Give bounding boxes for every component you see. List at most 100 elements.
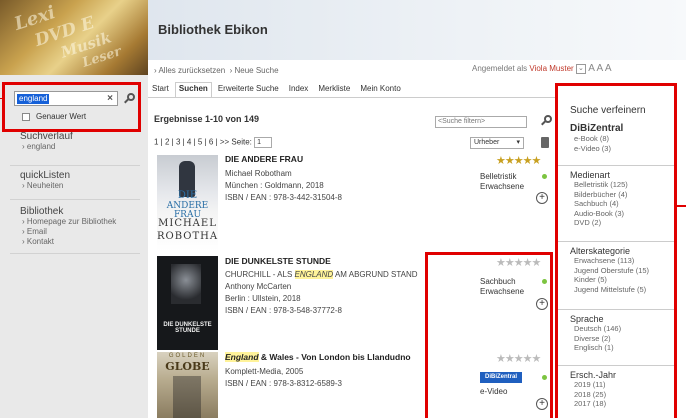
facet-item[interactable]: DVD (2) [570, 218, 628, 228]
dibizentral-badge: DiBiZentral [480, 372, 522, 383]
facet-item[interactable]: Sachbuch (4) [570, 199, 628, 209]
sort-select-value[interactable]: Urheber [474, 139, 499, 146]
facet-item[interactable]: Jugend Mittelstufe (5) [570, 285, 649, 295]
page-number-input[interactable]: 1 [254, 137, 273, 148]
quicklists-section: quickListen › Neuheiten [20, 170, 70, 191]
reset-all-link[interactable]: Alles zurücksetzen [158, 66, 225, 75]
facet-item[interactable]: e-Book (8) [570, 134, 623, 144]
divider [558, 165, 674, 166]
item-publisher: München : Goldmann, 2018 [225, 181, 324, 190]
facet-title: Medienart [570, 170, 611, 180]
book-cover[interactable]: DIE DUNKELSTE STUNDE [157, 256, 218, 350]
filter-search-icon[interactable] [541, 115, 553, 127]
facet-title: Sprache [570, 314, 604, 324]
filter-search-input[interactable]: <Suche filtern> [435, 116, 527, 128]
search-input-value[interactable]: england [17, 94, 50, 104]
refine-panel: Suche verfeinern DiBiZentral e-Book (8) … [558, 85, 686, 418]
quicklist-item-neuheiten[interactable]: › Neuheiten [20, 181, 70, 191]
rating-stars: ★★★★★ [496, 155, 541, 167]
cover-title-1: DIE [177, 190, 198, 201]
facet-item[interactable]: 2019 (11) [570, 380, 616, 390]
facet-item[interactable]: 2018 (25) [570, 390, 616, 400]
facet-title: Ersch.-Jahr [570, 370, 617, 380]
exact-match-checkbox[interactable]: Genauer Wert [22, 112, 86, 121]
search-input[interactable]: england × [14, 91, 118, 106]
tab-index[interactable]: Index [285, 82, 313, 97]
item-title[interactable]: DIE DUNKELSTE STUNDE [225, 256, 331, 266]
tab-merkliste[interactable]: Merkliste [314, 82, 354, 97]
facet-item[interactable]: Audio-Book (3) [570, 209, 628, 219]
library-link-contact[interactable]: › Kontakt [20, 237, 116, 247]
book-cover[interactable]: GOLDEN GLOBE [157, 352, 218, 418]
divider [10, 165, 140, 166]
cover-title-2: GLOBE [165, 360, 210, 373]
divider [558, 309, 674, 310]
tab-suchen[interactable]: Suchen [174, 82, 212, 97]
user-menu-chevron-icon[interactable]: ⌄ [575, 63, 586, 74]
item-isbn: ISBN / EAN : 978-3-442-31504-8 [225, 193, 342, 202]
trash-icon[interactable] [541, 137, 549, 148]
facet-item[interactable]: e-Video (3) [570, 144, 623, 154]
facet-item[interactable]: Diverse (2) [570, 334, 621, 344]
breadcrumb: › Alles zurücksetzen › Neue Suche [154, 66, 279, 75]
list-item[interactable]: DIE ANDERE FRAU MICHAEL ROBOTHAM DIE AND… [154, 154, 554, 251]
library-link-homepage[interactable]: › Homepage zur Bibliothek [20, 217, 116, 227]
list-item[interactable]: GOLDEN GLOBE England & Wales - Von Londo… [154, 352, 554, 418]
font-size-controls[interactable]: A A A [588, 63, 611, 74]
tab-erweiterte-suche[interactable]: Erweiterte Suche [214, 82, 283, 97]
chevron-down-icon: ▾ [516, 139, 520, 146]
facet-medienart: Medienart Belletristik (125) Bilderbüche… [570, 170, 628, 228]
rating-stars: ★★★★★ [496, 257, 541, 269]
facet-item[interactable]: Belletristik (125) [570, 180, 628, 190]
new-search-link[interactable]: Neue Suche [235, 66, 279, 75]
item-subtitle: CHURCHILL - ALS ENGLAND AM ABGRUND STAND [225, 270, 418, 279]
facet-item[interactable]: 2017 (18) [570, 399, 616, 409]
search-icon[interactable] [124, 93, 136, 105]
tab-mein-konto[interactable]: Mein Konto [356, 82, 404, 97]
checkbox-box[interactable] [22, 112, 30, 121]
availability-dot [542, 279, 547, 284]
library-link-email[interactable]: › Email [20, 227, 116, 237]
library-section: Bibliothek › Homepage zur Bibliothek › E… [20, 206, 116, 247]
book-cover[interactable]: DIE ANDERE FRAU MICHAEL ROBOTHAM [157, 155, 218, 251]
divider [10, 253, 140, 254]
sort-select[interactable]: Urheber ▾ [470, 137, 524, 149]
cover-author-1: MICHAEL [158, 218, 217, 229]
facet-item[interactable]: Deutsch (146) [570, 324, 621, 334]
tab-start[interactable]: Start [148, 82, 173, 97]
item-title[interactable]: DIE ANDERE FRAU [225, 154, 303, 164]
facet-item[interactable]: Bilderbücher (4) [570, 190, 628, 200]
facet-item[interactable]: Kinder (5) [570, 275, 649, 285]
availability-dot [542, 174, 547, 179]
login-status: Angemeldet als Viola Muster ⌄ A A A [472, 63, 612, 74]
divider [10, 199, 140, 200]
add-to-list-icon[interactable]: + [536, 398, 548, 410]
search-history-title: Suchverlauf [20, 131, 73, 142]
user-name-link[interactable]: Viola Muster [529, 64, 573, 73]
item-author[interactable]: Anthony McCarten [225, 282, 291, 291]
cover-title-1: GOLDEN [168, 353, 207, 359]
cover-portrait [171, 264, 201, 304]
item-publisher: Berlin : Ullstein, 2018 [225, 294, 301, 303]
cover-title: DIE DUNKELSTE STUNDE [163, 322, 212, 334]
search-history-item[interactable]: › england [20, 142, 73, 152]
facet-sprache: Sprache Deutsch (146) Diverse (2) Englis… [570, 314, 621, 353]
add-to-list-icon[interactable]: + [536, 192, 548, 204]
library-logo[interactable]: Lexi DVD E Musik Leser [0, 0, 148, 75]
facet-erscheinungsjahr: Ersch.-Jahr 2019 (11) 2018 (25) 2017 (18… [570, 370, 616, 409]
exact-match-label: Genauer Wert [36, 112, 87, 121]
add-to-list-icon[interactable]: + [536, 298, 548, 310]
facet-title: DiBiZentral [570, 123, 624, 134]
facet-item[interactable]: Jugend Oberstufe (15) [570, 266, 649, 276]
item-isbn: ISBN / EAN : 978-3-8312-6589-3 [225, 379, 342, 388]
item-title[interactable]: England & Wales - Von London bis Llandud… [225, 352, 411, 362]
list-item[interactable]: DIE DUNKELSTE STUNDE DIE DUNKELSTE STUND… [154, 256, 554, 350]
item-author[interactable]: Michael Robotham [225, 169, 292, 178]
pagination[interactable]: 1 | 2 | 3 | 4 | 5 | 6 | >> Seite: 1 [154, 137, 273, 148]
refine-title-section: Suche verfeinern [570, 105, 646, 116]
clear-search-icon[interactable]: × [107, 93, 113, 105]
facet-item[interactable]: Erwachsene (113) [570, 256, 649, 266]
page-links[interactable]: 1 | 2 | 3 | 4 | 5 | 6 | >> Seite: [154, 138, 252, 147]
item-media-type: e-Video [480, 387, 508, 396]
facet-item[interactable]: Englisch (1) [570, 343, 621, 353]
